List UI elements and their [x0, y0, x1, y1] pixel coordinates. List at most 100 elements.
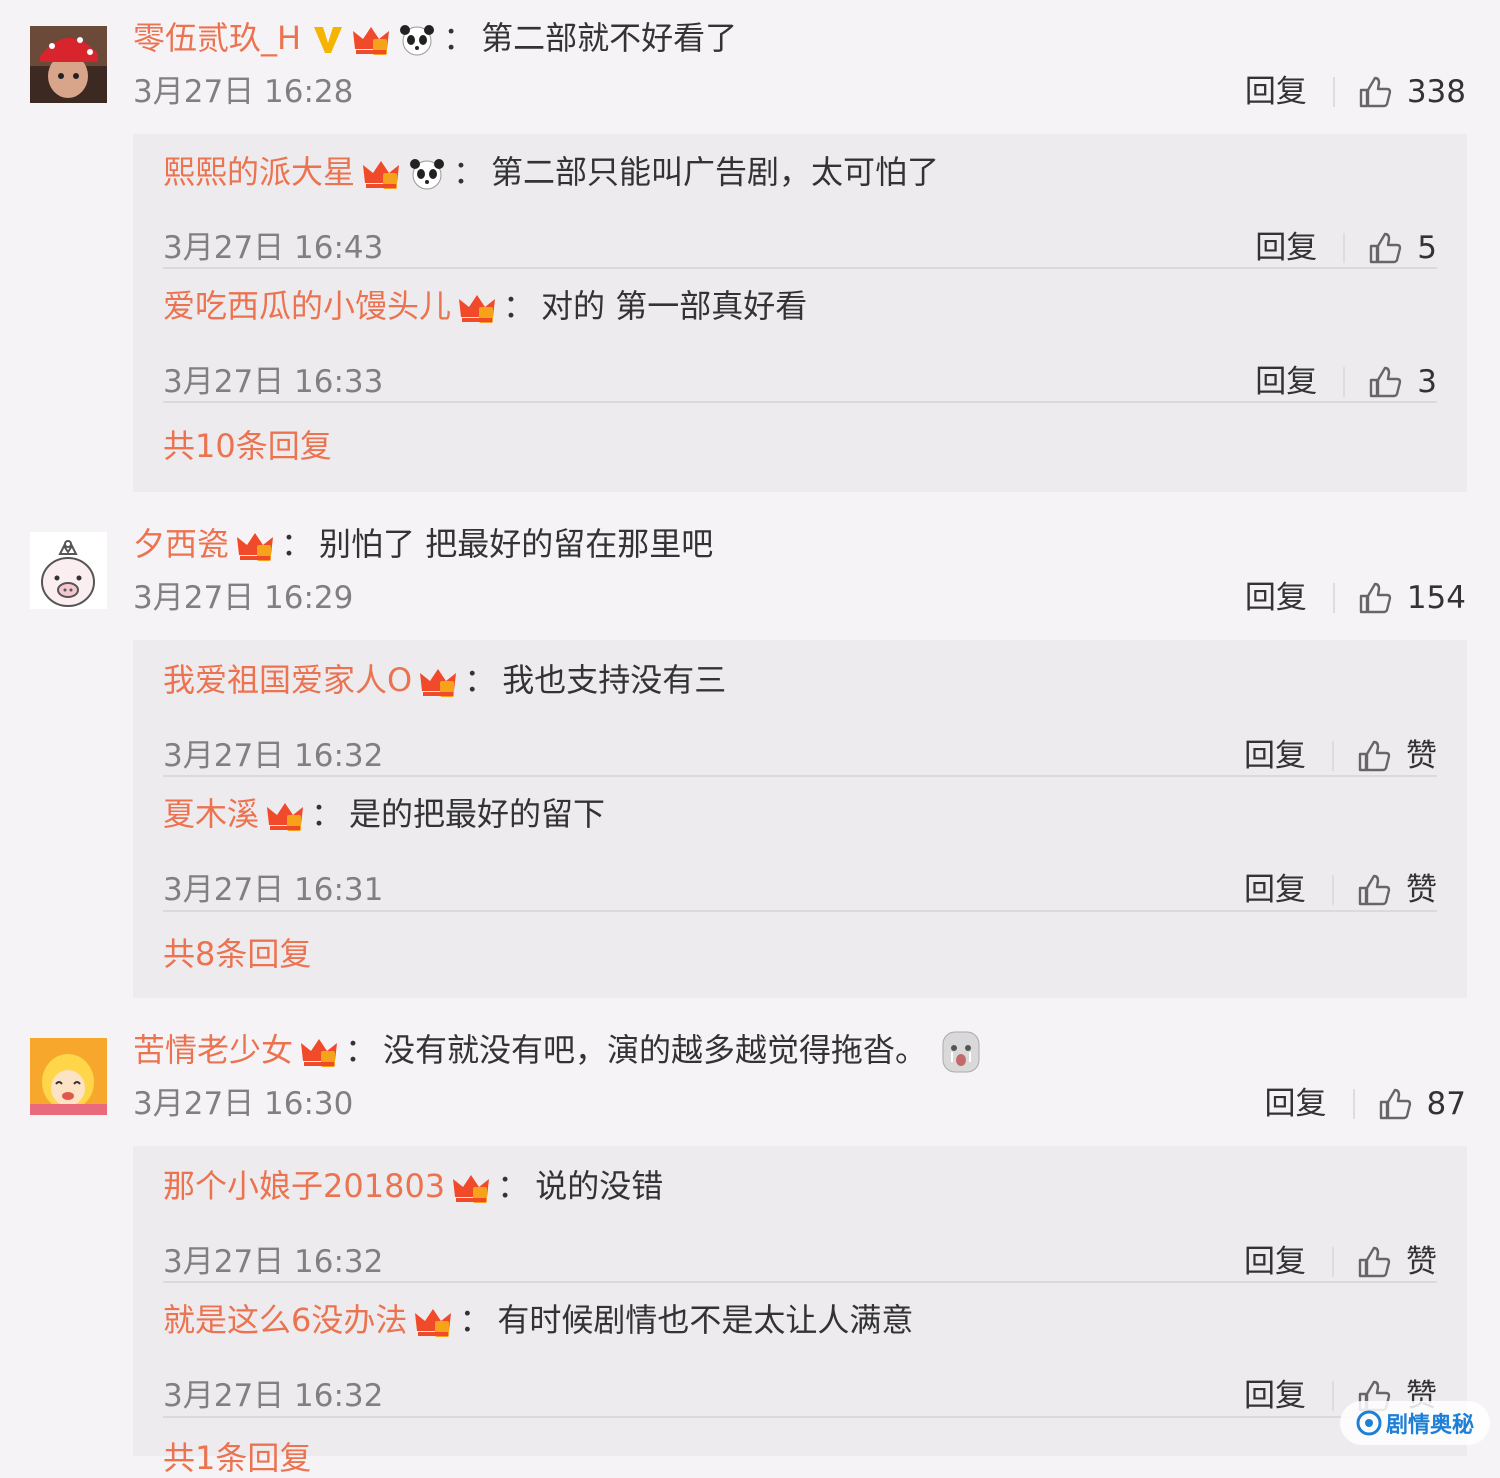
like-count: 87 [1426, 1086, 1466, 1122]
username-link[interactable]: 我爱祖国爱家人O [163, 661, 412, 699]
thumbs-up-icon[interactable] [1357, 74, 1393, 110]
like-count: 3 [1417, 364, 1437, 400]
reply-button[interactable]: 回复 [1265, 1084, 1327, 1124]
panda-emoji-icon [407, 157, 447, 191]
colon: ： [497, 1167, 530, 1205]
reply-line: 爱吃西瓜的小馒头儿 ：对的 第一部真好看 [163, 286, 807, 326]
reply-divider [163, 1416, 1437, 1418]
action-divider [1343, 367, 1346, 397]
crying-face-emoji-icon [941, 1030, 981, 1074]
thumbs-up-icon[interactable] [1356, 1244, 1392, 1280]
avatar[interactable] [30, 532, 107, 609]
watermark-text: 剧情奥秘 [1385, 1413, 1474, 1438]
vip-crown-badge-icon [413, 1305, 453, 1339]
comment-time: 3月27日 16:30 [133, 1086, 354, 1122]
reply-button[interactable]: 回复 [1244, 1242, 1306, 1282]
colon: ： [464, 661, 497, 699]
vip-crown-badge-icon [451, 1171, 491, 1205]
vip-crown-badge-icon [361, 157, 401, 191]
like-count: 338 [1406, 74, 1466, 110]
username-link[interactable]: 苦情老少女 [133, 1031, 293, 1069]
thumbs-up-icon[interactable] [1357, 580, 1393, 616]
vip-crown-badge-icon [418, 665, 458, 699]
reply-divider [163, 775, 1437, 777]
reply-divider [163, 1281, 1437, 1283]
vip-crown-badge-icon [265, 799, 305, 833]
reply-item: 爱吃西瓜的小馒头儿 ：对的 第一部真好看 3月27日 16:33 回复 3 [163, 286, 1437, 400]
reply-button[interactable]: 回复 [1244, 1376, 1306, 1416]
thumbs-up-icon[interactable] [1377, 1086, 1413, 1122]
username-link[interactable]: 爱吃西瓜的小馒头儿 [163, 287, 451, 325]
reply-list: 熙熙的派大星：第二部只能叫广告剧，太可怕了 3月27日 16:43 回复 5 爱… [133, 134, 1467, 492]
action-divider [1332, 875, 1334, 905]
colon: ： [459, 1301, 492, 1339]
action-divider [1343, 233, 1346, 263]
thumbs-up-icon[interactable] [1367, 364, 1403, 400]
colon: ： [345, 1031, 378, 1069]
reply-divider [163, 401, 1437, 403]
reply-line: 夏木溪 ：是的把最好的留下 [163, 794, 605, 834]
action-divider [1352, 1089, 1355, 1119]
reply-button[interactable]: 回复 [1244, 870, 1306, 910]
reply-button[interactable]: 回复 [1244, 736, 1306, 776]
more-replies-link[interactable]: 共10条回复 [163, 426, 332, 466]
reply-actions: 回复 赞 [1244, 1242, 1437, 1282]
comment-line: 夕西瓷 ：别怕了 把最好的留在那里吧 [133, 524, 713, 564]
username-link[interactable]: 就是这么6没办法 [163, 1301, 407, 1339]
thumbs-up-icon[interactable] [1356, 872, 1392, 908]
action-divider [1332, 1381, 1334, 1411]
thumbs-up-icon[interactable] [1356, 738, 1392, 774]
watermark-logo-icon [1356, 1410, 1382, 1436]
verified-v-icon [311, 23, 345, 57]
vip-crown-badge-icon [351, 23, 391, 57]
reply-time: 3月27日 16:43 [163, 230, 384, 266]
like-count: 5 [1417, 230, 1437, 266]
username-link[interactable]: 熙熙的派大星 [163, 153, 355, 191]
more-replies-link[interactable]: 共8条回复 [163, 934, 311, 974]
action-divider [1332, 583, 1335, 613]
more-replies-link[interactable]: 共1条回复 [163, 1438, 311, 1478]
reply-text: 对的 第一部真好看 [541, 287, 808, 325]
reply-text: 第二部只能叫广告剧，太可怕了 [491, 153, 940, 191]
username-link[interactable]: 夕西瓷 [133, 525, 229, 563]
reply-actions: 回复 3 [1255, 362, 1437, 402]
reply-item: 夏木溪 ：是的把最好的留下 3月27日 16:31 回复 赞 [163, 794, 1437, 908]
avatar[interactable] [30, 26, 107, 103]
reply-text: 有时候剧情也不是太让人满意 [497, 1301, 914, 1339]
avatar[interactable] [30, 1038, 107, 1115]
username-link[interactable]: 那个小娘子201803 [163, 1167, 445, 1205]
reply-time: 3月27日 16:32 [163, 1378, 384, 1414]
reply-actions: 回复 5 [1255, 228, 1437, 268]
comment-actions: 回复 154 [1245, 578, 1466, 618]
thumbs-up-icon[interactable] [1367, 230, 1403, 266]
reply-text: 说的没错 [535, 1167, 664, 1205]
action-divider [1332, 1247, 1334, 1277]
reply-button[interactable]: 回复 [1255, 228, 1317, 268]
reply-divider [163, 267, 1437, 269]
username-link[interactable]: 零伍贰玖_H [133, 19, 301, 57]
reply-time: 3月27日 16:31 [163, 872, 384, 908]
like-label[interactable]: 赞 [1406, 736, 1437, 776]
reply-line: 我爱祖国爱家人O ：我也支持没有三 [163, 660, 726, 700]
reply-time: 3月27日 16:33 [163, 364, 384, 400]
username-link[interactable]: 夏木溪 [163, 795, 259, 833]
reply-item: 那个小娘子201803 ：说的没错 3月27日 16:32 回复 赞 [163, 1166, 1437, 1280]
like-label[interactable]: 赞 [1406, 1242, 1437, 1282]
like-label[interactable]: 赞 [1406, 870, 1437, 910]
watermark: 剧情奥秘 [1340, 1401, 1490, 1445]
vip-crown-badge-icon [235, 529, 275, 563]
reply-item: 熙熙的派大星 ：第二部只能叫广告剧，太可怕了 3月27日 16:43 回复 5 [163, 152, 1437, 266]
like-count: 154 [1406, 580, 1466, 616]
comment-line: 零伍贰玖_H ：第二部就不好看了 [133, 18, 737, 58]
comment-time: 3月27日 16:29 [133, 580, 354, 616]
reply-line: 熙熙的派大星 ：第二部只能叫广告剧，太可怕了 [163, 152, 939, 192]
reply-list: 那个小娘子201803：说的没错 3月27日 16:32 回复 赞 就是这么6没… [133, 1146, 1467, 1477]
reply-line: 就是这么6没办法 ：有时候剧情也不是太让人满意 [163, 1300, 913, 1340]
colon: ： [311, 795, 344, 833]
reply-text: 是的把最好的留下 [349, 795, 606, 833]
comment-actions: 回复 87 [1265, 1084, 1466, 1124]
reply-item: 就是这么6没办法：有时候剧情也不是太让人满意 3月27日 16:32 回复 赞 [163, 1300, 1437, 1414]
reply-button[interactable]: 回复 [1245, 578, 1307, 618]
reply-button[interactable]: 回复 [1255, 362, 1317, 402]
reply-button[interactable]: 回复 [1245, 72, 1307, 112]
